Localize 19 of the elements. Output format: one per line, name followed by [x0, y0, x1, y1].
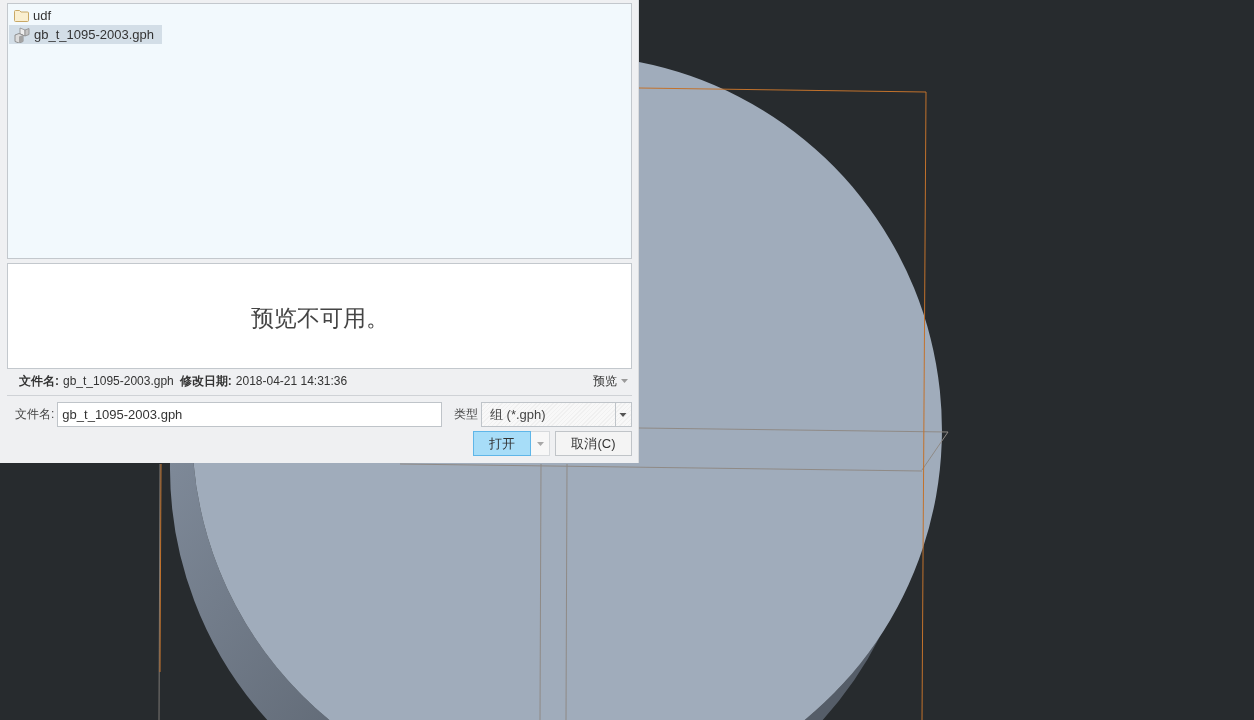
file-type-dropdown[interactable]: 组 (*.gph) — [481, 402, 632, 427]
detail-label: 文件名: — [19, 372, 59, 390]
detail-value: 2018-04-21 14:31:36 — [235, 374, 348, 388]
caret-icon — [621, 379, 628, 383]
open-button[interactable]: 打开 — [473, 431, 531, 456]
folder-icon — [14, 9, 29, 22]
preview-toggle[interactable]: 预览 — [593, 372, 628, 390]
file-name-label: 文件名: — [15, 406, 55, 423]
detail-value: gb_t_1095-2003.gph — [63, 374, 174, 388]
more-options-button[interactable] — [531, 431, 550, 456]
preview-message: 预览不可用。 — [250, 303, 389, 333]
file-item[interactable]: gb_t_1095-2003.gph — [9, 25, 162, 44]
cubes-icon — [14, 26, 30, 43]
file-name-field[interactable]: gb_t_1095-2003.gph — [57, 402, 442, 427]
cancel-button[interactable]: 取消(C) — [555, 431, 632, 456]
file-item[interactable]: udf — [9, 6, 60, 25]
detail-label: 修改日期: — [179, 372, 232, 390]
file-type-label: 类型 — [454, 406, 478, 423]
caret-icon — [536, 441, 544, 446]
